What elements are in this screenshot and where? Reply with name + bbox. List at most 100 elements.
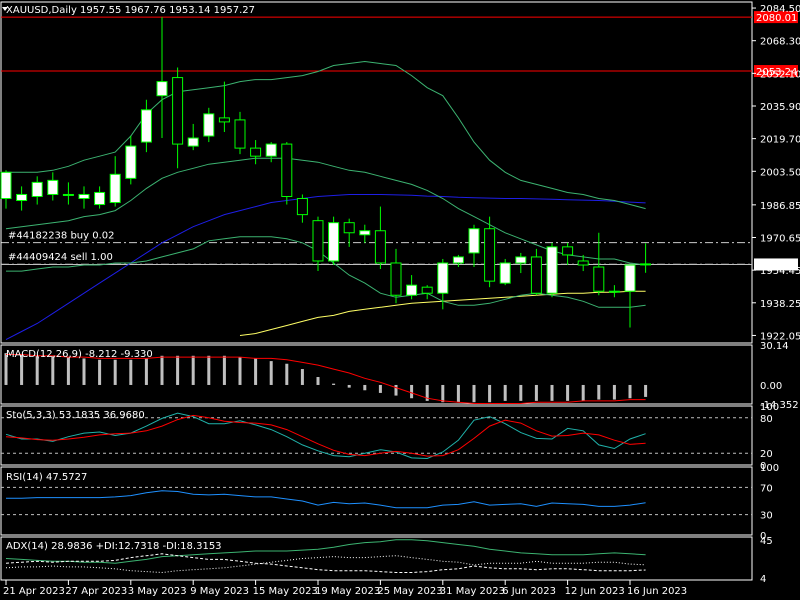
- rsi-tick-label: 30: [760, 511, 773, 522]
- date-tick-label: 25 May 2023: [377, 586, 442, 597]
- candle-body: [499, 262, 511, 284]
- candle-body: [468, 228, 480, 254]
- macd-bar: [238, 357, 242, 385]
- trading-chart[interactable]: 2080.012053.24 #44182238 buy 0.02#444094…: [0, 0, 800, 600]
- date-tick-label: 31 May 2023: [440, 586, 505, 597]
- macd-bar: [82, 358, 86, 385]
- macd-bar: [113, 359, 117, 385]
- macd-bar: [207, 355, 211, 385]
- macd-bar: [394, 384, 398, 396]
- candle-body: [156, 81, 168, 97]
- price-tick-label: 2035.90: [760, 102, 800, 113]
- macd-bar: [472, 384, 476, 403]
- candle-body: [281, 143, 293, 197]
- macd-tick-label: 30.14: [760, 341, 789, 352]
- macd-bar: [129, 359, 133, 385]
- macd-bar: [222, 355, 226, 385]
- candle-body: [421, 286, 433, 294]
- date-tick-label: 15 May 2023: [253, 586, 318, 597]
- macd-bar: [347, 384, 351, 388]
- order-label: #44409424 sell 1.00: [8, 252, 113, 263]
- adx-tick-label: 45: [760, 536, 773, 547]
- candle-body: [452, 256, 464, 264]
- price-tick-label: 1954.45: [760, 266, 800, 277]
- candle-body: [0, 171, 12, 199]
- price-tick-label: 1970.65: [760, 233, 800, 244]
- candle-body: [593, 266, 605, 292]
- date-tick-label: 9 May 2023: [190, 586, 249, 597]
- macd-bar: [378, 384, 382, 393]
- macd-bar: [191, 355, 195, 385]
- macd-bar: [254, 358, 258, 385]
- candle-body: [16, 193, 28, 202]
- candle-body: [62, 193, 74, 196]
- candle-body: [546, 246, 558, 294]
- price-tick-label: 2068.30: [760, 37, 800, 48]
- candle-body: [296, 197, 308, 216]
- rsi-tick-label: 100: [760, 463, 779, 474]
- stoch-label: Sto(5,3,3) 53.1835 36.9680: [6, 410, 145, 421]
- macd-bar: [488, 384, 492, 403]
- date-tick-label: 6 Jun 2023: [502, 586, 556, 597]
- candle-body: [406, 284, 418, 296]
- candle-body: [624, 264, 636, 292]
- candle-body: [78, 193, 90, 199]
- candle-body: [437, 262, 449, 294]
- date-tick-label: 21 Apr 2023: [3, 586, 65, 597]
- macd-bar: [519, 384, 523, 401]
- date-tick-label: 16 Jun 2023: [627, 586, 687, 597]
- macd-bar: [300, 369, 304, 385]
- macd-bar: [456, 384, 460, 403]
- macd-bar: [176, 355, 180, 385]
- order-label: #44182238 buy 0.02: [8, 231, 115, 242]
- candle-body: [608, 290, 620, 293]
- macd-bar: [441, 384, 445, 403]
- adx-tick-label: 4: [760, 574, 766, 585]
- candle-body: [203, 113, 215, 137]
- price-tick-label: 2084.50: [760, 4, 800, 15]
- macd-bar: [144, 358, 148, 385]
- price-tick-label: 2019.70: [760, 135, 800, 146]
- macd-bar: [35, 355, 39, 385]
- macd-bar: [644, 384, 648, 397]
- stoch-tick-label: 20: [760, 449, 773, 460]
- candle-body: [47, 179, 59, 195]
- macd-bar: [628, 384, 632, 399]
- macd-bar: [316, 377, 320, 385]
- macd-bar: [160, 355, 164, 385]
- macd-bar: [612, 384, 616, 400]
- candle-body: [484, 228, 496, 282]
- macd-bar: [269, 361, 273, 385]
- candle-body: [515, 256, 527, 264]
- macd-bar: [363, 384, 367, 391]
- macd-bar: [581, 384, 585, 401]
- stoch-tick-label: 80: [760, 414, 773, 425]
- candle-body: [31, 181, 43, 197]
- candle-body: [187, 137, 199, 147]
- macd-bar: [285, 363, 289, 385]
- date-tick-label: 3 May 2023: [128, 586, 187, 597]
- macd-bar: [566, 384, 570, 401]
- candle-body: [94, 191, 106, 206]
- candle-body: [109, 173, 121, 204]
- macd-label: MACD(12,26,9) -8.212 -9.330: [6, 349, 153, 360]
- price-tick-label: 1938.25: [760, 299, 800, 310]
- price-tick-label: 2003.50: [760, 167, 800, 178]
- macd-bar: [332, 383, 336, 385]
- price-tick-label: 2052.10: [760, 69, 800, 80]
- candle-body: [374, 230, 386, 264]
- price-tick-label: 1986.85: [760, 201, 800, 212]
- candle-body: [328, 222, 340, 262]
- symbol-header: XAUUSD,Daily 1957.55 1967.76 1953.14 195…: [6, 5, 255, 16]
- chart-background: [0, 0, 800, 600]
- candle-body: [140, 109, 152, 143]
- candle-body: [172, 77, 184, 145]
- candle-body: [640, 263, 652, 266]
- macd-bar: [410, 384, 414, 399]
- candle-body: [234, 119, 246, 149]
- macd-bar: [534, 384, 538, 401]
- candle-body: [562, 246, 574, 256]
- rsi-tick-label: 70: [760, 483, 773, 494]
- date-tick-label: 27 Apr 2023: [65, 586, 127, 597]
- macd-bar: [550, 384, 554, 401]
